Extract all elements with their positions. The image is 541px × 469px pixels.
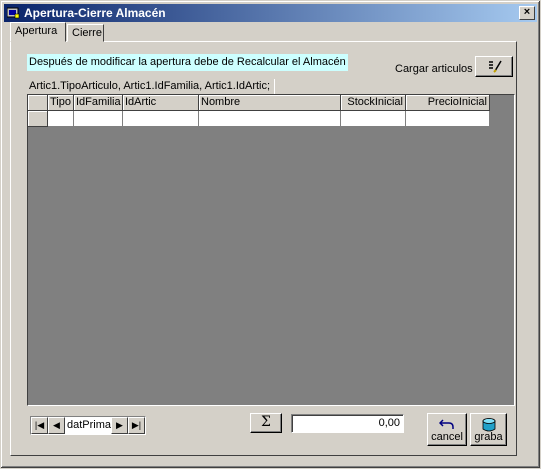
articles-grid[interactable]: Tipo IdFamilia IdArtic Nombre StockInici…: [27, 94, 515, 406]
cargar-articulos-label: Cargar articulos: [395, 63, 473, 75]
nav-last-button[interactable]: ▶|: [128, 417, 145, 434]
save-label: graba: [474, 431, 503, 443]
column-header-stockinicial[interactable]: StockInicial: [341, 95, 406, 111]
cargar-articulos-button[interactable]: [475, 56, 513, 77]
nav-next-button[interactable]: ▶: [111, 417, 128, 434]
cell-stockinicial[interactable]: [341, 111, 406, 127]
recalculate-notice: Después de modificar la apertura debe de…: [27, 54, 348, 71]
sum-button[interactable]: Σ: [250, 413, 282, 433]
load-items-icon: [489, 60, 502, 73]
cell-idartic[interactable]: [123, 111, 199, 127]
tab-cierre[interactable]: Cierre: [67, 24, 104, 42]
grid-header: Tipo IdFamilia IdArtic Nombre StockInici…: [28, 95, 490, 111]
cell-idfamilia[interactable]: [74, 111, 123, 127]
cancel-button[interactable]: cancel: [427, 413, 467, 446]
column-header-idartic[interactable]: IdArtic: [123, 95, 199, 111]
column-header-idfamilia[interactable]: IdFamilia: [74, 95, 123, 111]
column-header-nombre[interactable]: Nombre: [199, 95, 341, 111]
tab-apertura[interactable]: Apertura: [10, 22, 66, 42]
column-header-tipo[interactable]: Tipo: [48, 95, 74, 111]
window-title: Apertura-Cierre Almacén: [24, 6, 166, 20]
undo-icon: [439, 419, 454, 429]
cancel-label: cancel: [431, 431, 463, 443]
app-icon: [7, 7, 20, 19]
total-field[interactable]: 0,00: [291, 414, 404, 433]
save-button[interactable]: graba: [470, 413, 507, 446]
grid-corner: [28, 95, 48, 111]
cell-tipo[interactable]: [48, 111, 74, 127]
table-row[interactable]: [28, 111, 490, 127]
cell-precioinicial[interactable]: [406, 111, 490, 127]
navigator-caption: datPrimari: [65, 417, 111, 434]
cell-nombre[interactable]: [199, 111, 341, 127]
nav-prev-button[interactable]: ◀: [48, 417, 65, 434]
nav-first-button[interactable]: |◀: [31, 417, 48, 434]
column-header-precioinicial[interactable]: PrecioInicial: [406, 95, 490, 111]
title-bar[interactable]: Apertura-Cierre Almacén ×: [4, 4, 537, 22]
close-button[interactable]: ×: [519, 6, 535, 20]
data-navigator: |◀ ◀ datPrimari ▶ ▶|: [30, 416, 146, 435]
row-selector[interactable]: [28, 111, 48, 127]
sort-order-label: Artic1.TipoArticulo, Artic1.IdFamilia, A…: [27, 79, 275, 94]
